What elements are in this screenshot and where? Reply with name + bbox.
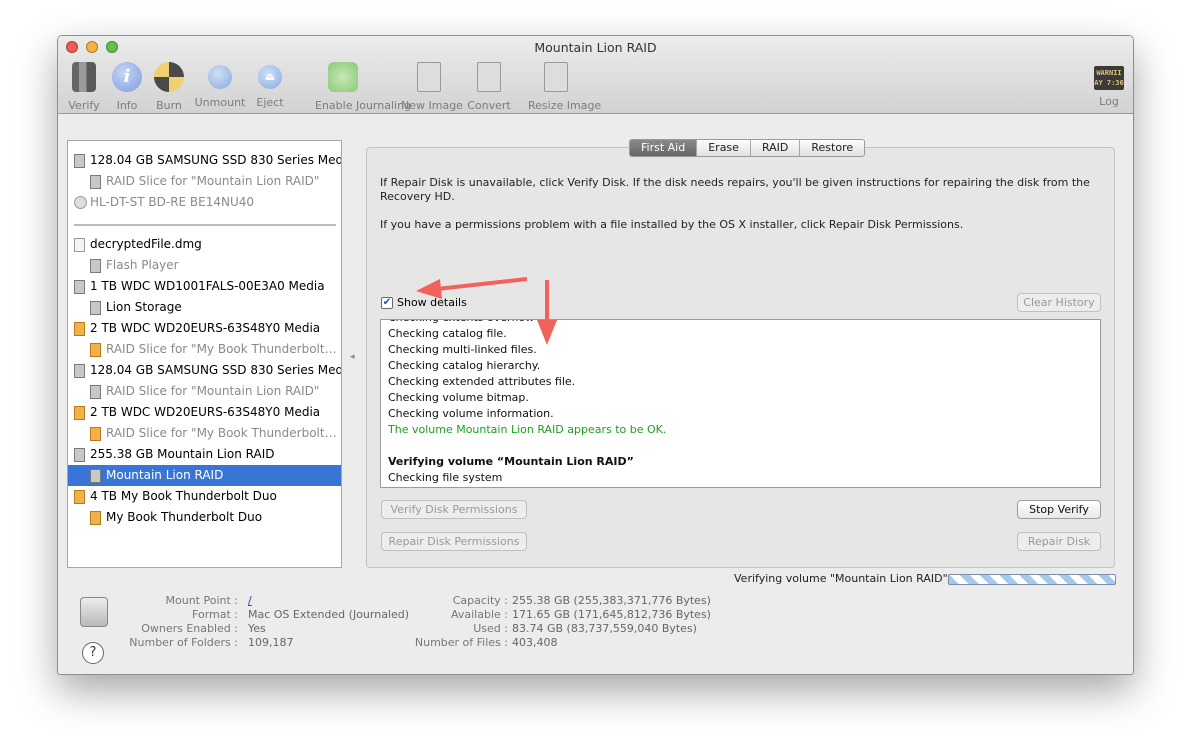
annotation-arrow-down [537,280,557,345]
annotation-arrows [416,277,557,345]
annotation-arrow-left [416,277,528,299]
